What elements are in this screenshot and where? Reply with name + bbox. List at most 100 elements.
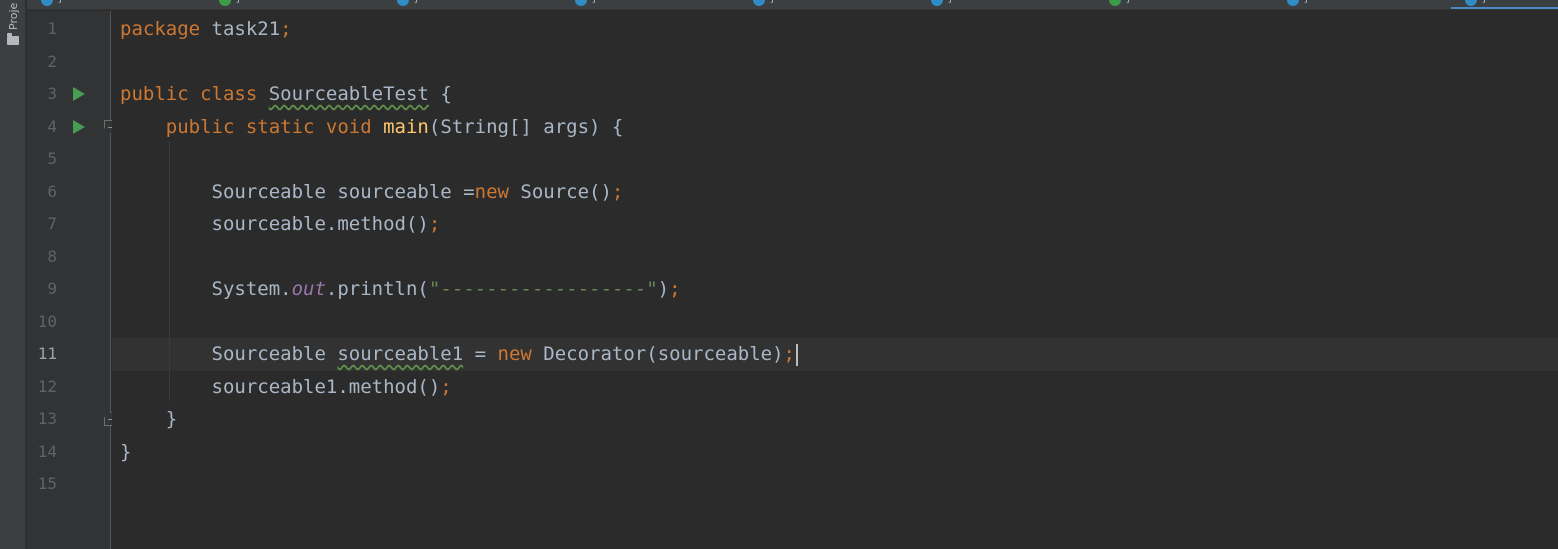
file-type-icon [41,0,53,6]
keyword-package: package [120,18,201,40]
project-tab-label: Proje [6,2,20,30]
line-number[interactable]: 3 [27,78,57,111]
package-name: task21 [200,18,281,40]
code-line-4[interactable]: public static void main(String[] args) { [120,111,624,144]
editor-tab[interactable]: j [739,0,917,9]
string-literal: "------------------" [428,278,658,300]
static-field-out: out [291,278,326,300]
code-line-3[interactable]: public class SourceableTest { [120,78,452,111]
run-gutter-icon[interactable] [73,119,85,134]
tab-label: j [593,0,596,4]
variable-name: sourceable1 [337,343,464,365]
semicolon: ; [440,375,452,398]
keyword-public: public [120,83,189,105]
open-brace: { [428,83,452,105]
file-type-icon [1287,0,1299,6]
file-type-icon [575,0,587,6]
editor-tab[interactable]: j [1273,0,1451,9]
semicolon: ; [280,18,292,40]
editor-tab[interactable]: j [383,0,561,9]
keyword-new: new [497,343,532,365]
file-type-icon [753,0,765,6]
println-call: .println( [325,278,429,300]
editor-tab[interactable]: j [27,0,205,9]
file-type-icon [219,0,231,6]
line-number[interactable]: 6 [27,176,57,209]
semicolon: ; [428,213,441,235]
tab-label: j [1127,0,1130,4]
line-number[interactable]: 2 [27,46,57,79]
editor-tab[interactable]: j [561,0,739,9]
method-name: main [383,115,429,138]
method-call: sourceable1.method() [211,375,441,398]
line-number[interactable]: 15 [27,468,57,501]
code-line-13[interactable]: } [120,403,177,436]
method-call: sourceable.method() [211,213,429,235]
constructor-call: Source() [508,180,612,203]
file-type-icon [931,0,943,6]
tab-label: j [59,0,62,4]
method-params: (String[] args) { [428,115,624,138]
tool-window-strip: Proje [0,0,26,549]
code-line-11[interactable]: Sourceable sourceable1 = new Decorator(s… [120,338,798,371]
editor-tab[interactable]: j [917,0,1095,9]
line-number[interactable]: 9 [27,273,57,306]
tab-label: j [415,0,418,4]
editor-tab-strip: jjjjjjjjj [27,0,1558,10]
code-line-1[interactable]: package task21; [120,13,292,46]
editor-gutter: 1 2 3 4 5 6 7 8 9 10 11 12 13 14 15 [27,11,118,549]
line-number[interactable]: 5 [27,143,57,176]
semicolon: ; [611,180,624,203]
line-number[interactable]: 1 [27,13,57,46]
tab-label: j [949,0,952,4]
line-number[interactable]: 10 [27,306,57,339]
code-line-12[interactable]: sourceable1.method(); [120,371,452,404]
variable-declaration: Sourceable sourceable = [211,180,475,203]
tab-label: j [1305,0,1308,4]
editor-tab[interactable]: j [1095,0,1273,9]
folder-icon [7,33,19,45]
keyword-new: new [474,180,509,203]
type-name: Sourceable [211,343,338,365]
line-number[interactable]: 7 [27,208,57,241]
run-gutter-icon[interactable] [73,87,85,101]
close-brace: } [165,408,178,430]
close-paren: ) [657,278,670,300]
editor-tab[interactable]: j [1451,0,1558,9]
line-number[interactable]: 4 [27,111,57,144]
line-number[interactable]: 12 [27,371,57,404]
code-line-6[interactable]: Sourceable sourceable =new Source(); [120,176,624,209]
ide-window: Proje jjjjjjjjj 123456789101112131415 pa… [0,0,1558,549]
tab-label: j [771,0,774,4]
line-number[interactable]: 13 [27,403,57,436]
class-name: SourceableTest [268,83,429,105]
code-line-14[interactable]: } [120,436,131,469]
file-type-icon [1109,0,1121,6]
constructor-call: Decorator(sourceable) [531,343,784,365]
method-modifiers: public static void [165,115,384,138]
line-number[interactable]: 8 [27,241,57,274]
semicolon: ; [669,278,681,300]
tab-label: j [237,0,240,4]
semicolon: ; [783,343,795,365]
keyword-class: class [188,83,269,105]
code-line-7[interactable]: sourceable.method(); [120,208,441,241]
tab-label: j [1483,0,1486,4]
editor-tab[interactable]: j [205,0,383,9]
line-number[interactable]: 14 [27,436,57,469]
close-brace: } [120,440,132,463]
line-number[interactable]: 11 [27,338,57,371]
file-type-icon [1465,0,1477,6]
file-type-icon [397,0,409,6]
code-editor[interactable]: package task21; public class SourceableT… [112,11,1558,549]
code-line-9[interactable]: System.out.println("------------------")… [120,273,681,306]
project-tool-window-button[interactable]: Proje [3,0,23,56]
text-caret [795,343,798,366]
